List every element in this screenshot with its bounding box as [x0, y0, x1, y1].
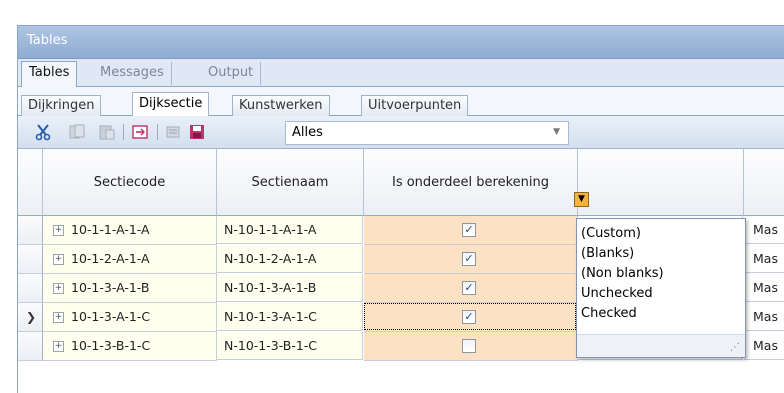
filter-option-blanks[interactable]: (Blanks) — [581, 244, 634, 264]
copy-icon[interactable] — [68, 123, 86, 141]
pick-icon[interactable] — [131, 123, 149, 141]
column-header-5[interactable] — [744, 149, 784, 216]
filter-option-custom[interactable]: (Custom) — [581, 224, 641, 244]
column-header-4[interactable] — [578, 149, 744, 216]
row-checkbox[interactable] — [462, 339, 476, 353]
column-filter-popup: (Custom) (Blanks) (Non blanks) Unchecked… — [576, 218, 746, 358]
filter-option-checked[interactable]: Checked — [581, 304, 637, 324]
tab-kunstwerken[interactable]: Kunstwerken — [232, 95, 330, 116]
tab-messages[interactable]: Messages — [93, 62, 172, 85]
tab-tables[interactable]: Tables — [21, 61, 78, 88]
tab-dijkringen[interactable]: Dijkringen — [21, 95, 102, 116]
toolbar-separator — [157, 124, 158, 140]
panel-title-bar: Tables — [18, 26, 784, 59]
popup-footer: ⋰ — [577, 334, 745, 357]
list-icon[interactable] — [165, 123, 183, 141]
chevron-down-icon[interactable]: ▼ — [553, 127, 560, 137]
sectiecode-cell[interactable]: +10-1-2-A-1-A — [43, 245, 217, 274]
tab-uitvoerpunten[interactable]: Uitvoerpunten — [361, 95, 469, 116]
berekening-cell[interactable]: ✓ — [364, 245, 578, 274]
row-indicator[interactable] — [18, 332, 43, 361]
row-checkbox[interactable]: ✓ — [462, 252, 476, 266]
save-icon[interactable] — [188, 123, 206, 141]
sectienaam-cell[interactable]: N-10-1-3-B-1-C — [217, 332, 363, 360]
berekening-cell[interactable] — [364, 332, 578, 361]
panel-title: Tables — [27, 33, 68, 48]
expand-icon[interactable]: + — [53, 341, 64, 352]
top-tab-strip: Tables Messages Output — [18, 59, 784, 88]
tab-dijksectie[interactable]: Dijksectie — [132, 92, 210, 117]
toolbar: Alles ▼ — [18, 116, 784, 149]
sectienaam-cell[interactable]: N-10-1-1-A-1-A — [217, 216, 363, 244]
row-checkbox[interactable]: ✓ — [462, 281, 476, 295]
cell-col5[interactable]: Mas — [744, 245, 784, 273]
expand-icon[interactable]: + — [53, 225, 64, 236]
focused-cell-outline — [364, 303, 576, 330]
sectiecode-cell[interactable]: +10-1-3-B-1-C — [43, 332, 217, 361]
cell-col5[interactable]: Mas — [744, 274, 784, 302]
cell-col5[interactable]: Mas — [744, 303, 784, 331]
sectienaam-cell[interactable]: N-10-1-3-A-1-B — [217, 274, 363, 302]
sectiecode-cell[interactable]: +10-1-1-A-1-A — [43, 216, 217, 245]
column-header-sectienaam[interactable]: Sectienaam — [217, 149, 364, 216]
resize-grip-icon[interactable]: ⋰ — [730, 342, 740, 353]
row-indicator[interactable] — [18, 216, 43, 245]
filter-combo[interactable]: Alles ▼ — [285, 121, 569, 145]
berekening-cell[interactable]: ✓ — [364, 216, 578, 245]
expand-icon[interactable]: + — [53, 312, 64, 323]
row-indicator[interactable] — [18, 245, 43, 274]
cell-col5[interactable]: Mas — [744, 332, 784, 360]
sectienaam-cell[interactable]: N-10-1-2-A-1-A — [217, 245, 363, 273]
column-filter-icon[interactable]: ▼ — [574, 192, 589, 207]
sectiecode-cell[interactable]: +10-1-3-A-1-B — [43, 274, 217, 303]
filter-combo-value: Alles — [292, 125, 323, 140]
row-indicator[interactable] — [18, 274, 43, 303]
filter-option-non-blanks[interactable]: (Non blanks) — [581, 264, 664, 284]
data-grid: Sectiecode Sectienaam Is onderdeel berek… — [18, 149, 784, 393]
tab-output[interactable]: Output — [201, 62, 262, 85]
current-row-icon: ❯ — [26, 310, 37, 324]
column-header-is-onderdeel-berekening[interactable]: Is onderdeel berekening — [364, 149, 578, 216]
cell-col5[interactable]: Mas — [744, 216, 784, 244]
expand-icon[interactable]: + — [53, 254, 64, 265]
row-indicator[interactable]: ❯ — [18, 303, 43, 332]
row-checkbox[interactable]: ✓ — [462, 223, 476, 237]
cut-icon[interactable] — [34, 123, 52, 141]
sectiecode-cell[interactable]: +10-1-3-A-1-C — [43, 303, 217, 332]
sectienaam-cell[interactable]: N-10-1-3-A-1-C — [217, 303, 363, 331]
sub-tab-strip: Dijkringen Dijksectie Kunstwerken Uitvoe… — [18, 87, 784, 117]
row-indicator-header — [18, 149, 43, 216]
expand-icon[interactable]: + — [53, 283, 64, 294]
filter-option-unchecked[interactable]: Unchecked — [581, 284, 653, 304]
berekening-cell[interactable]: ✓ — [364, 274, 578, 303]
tables-panel: Tables Tables Messages Output Dijkringen… — [17, 25, 784, 393]
toolbar-separator — [123, 124, 124, 140]
paste-icon[interactable] — [98, 123, 116, 141]
column-header-sectiecode[interactable]: Sectiecode — [43, 149, 217, 216]
